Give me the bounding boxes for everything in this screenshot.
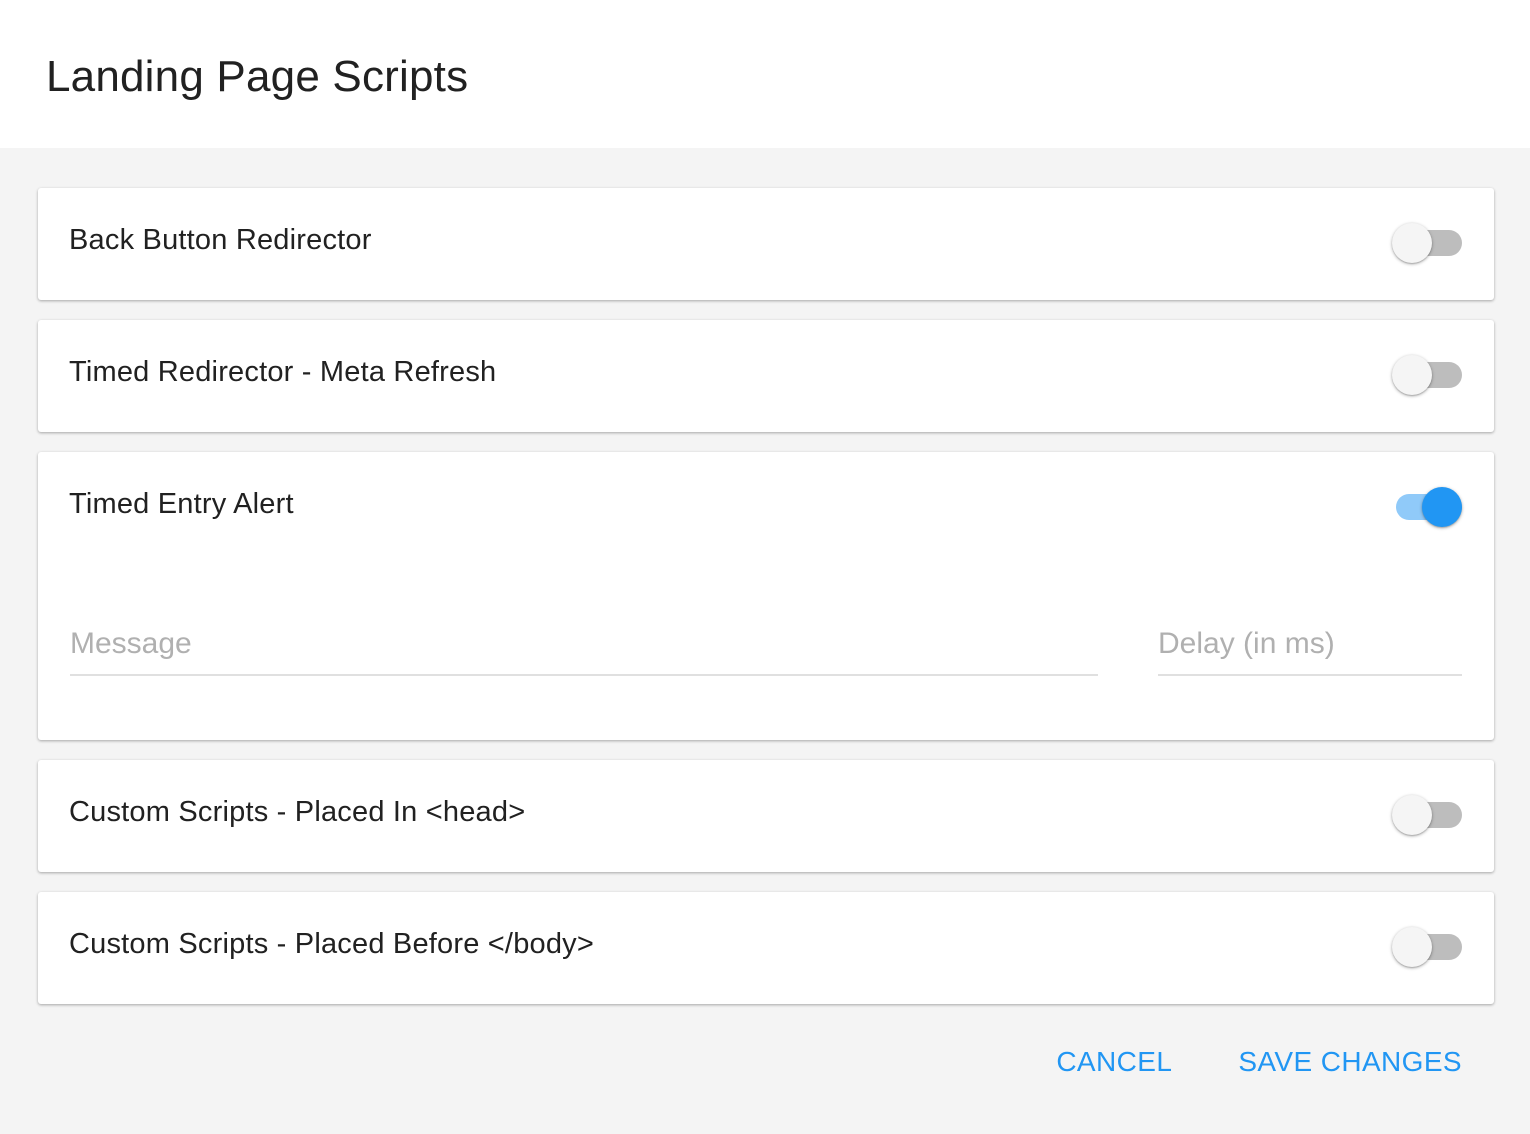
save-changes-button[interactable]: SAVE CHANGES: [1238, 1042, 1462, 1082]
panel-title: Timed Entry Alert: [69, 488, 294, 520]
timed-entry-alert-toggle[interactable]: [1392, 486, 1462, 527]
dialog-title: Landing Page Scripts: [46, 52, 469, 101]
custom-scripts-body-toggle[interactable]: [1392, 926, 1462, 967]
panel-timed-entry-alert: Timed Entry Alert: [38, 452, 1494, 740]
toggle-thumb: [1422, 487, 1462, 527]
panel-title: Timed Redirector - Meta Refresh: [69, 356, 497, 388]
panel-title: Custom Scripts - Placed In <head>: [69, 796, 526, 828]
panel-timed-redirector: Timed Redirector - Meta Refresh: [38, 320, 1494, 432]
panel-back-button-redirector: Back Button Redirector: [38, 188, 1494, 300]
toggle-thumb: [1392, 795, 1432, 835]
delay-input[interactable]: [1158, 620, 1462, 664]
toggle-thumb: [1392, 927, 1432, 967]
timed-redirector-toggle[interactable]: [1392, 354, 1462, 395]
cancel-button[interactable]: CANCEL: [1056, 1042, 1172, 1082]
panel-title: Custom Scripts - Placed Before </body>: [69, 928, 595, 960]
message-field: [70, 620, 1098, 676]
message-input[interactable]: [70, 620, 1098, 664]
dialog-header: Landing Page Scripts: [0, 0, 1530, 148]
custom-scripts-head-toggle[interactable]: [1392, 794, 1462, 835]
panel-title: Back Button Redirector: [69, 224, 372, 256]
panel-custom-scripts-head: Custom Scripts - Placed In <head>: [38, 760, 1494, 872]
dialog-actions: CANCEL SAVE CHANGES: [1056, 1042, 1462, 1082]
delay-field: [1158, 620, 1462, 676]
toggle-thumb: [1392, 355, 1432, 395]
panel-custom-scripts-body: Custom Scripts - Placed Before </body>: [38, 892, 1494, 1004]
toggle-thumb: [1392, 223, 1432, 263]
back-button-redirector-toggle[interactable]: [1392, 222, 1462, 263]
